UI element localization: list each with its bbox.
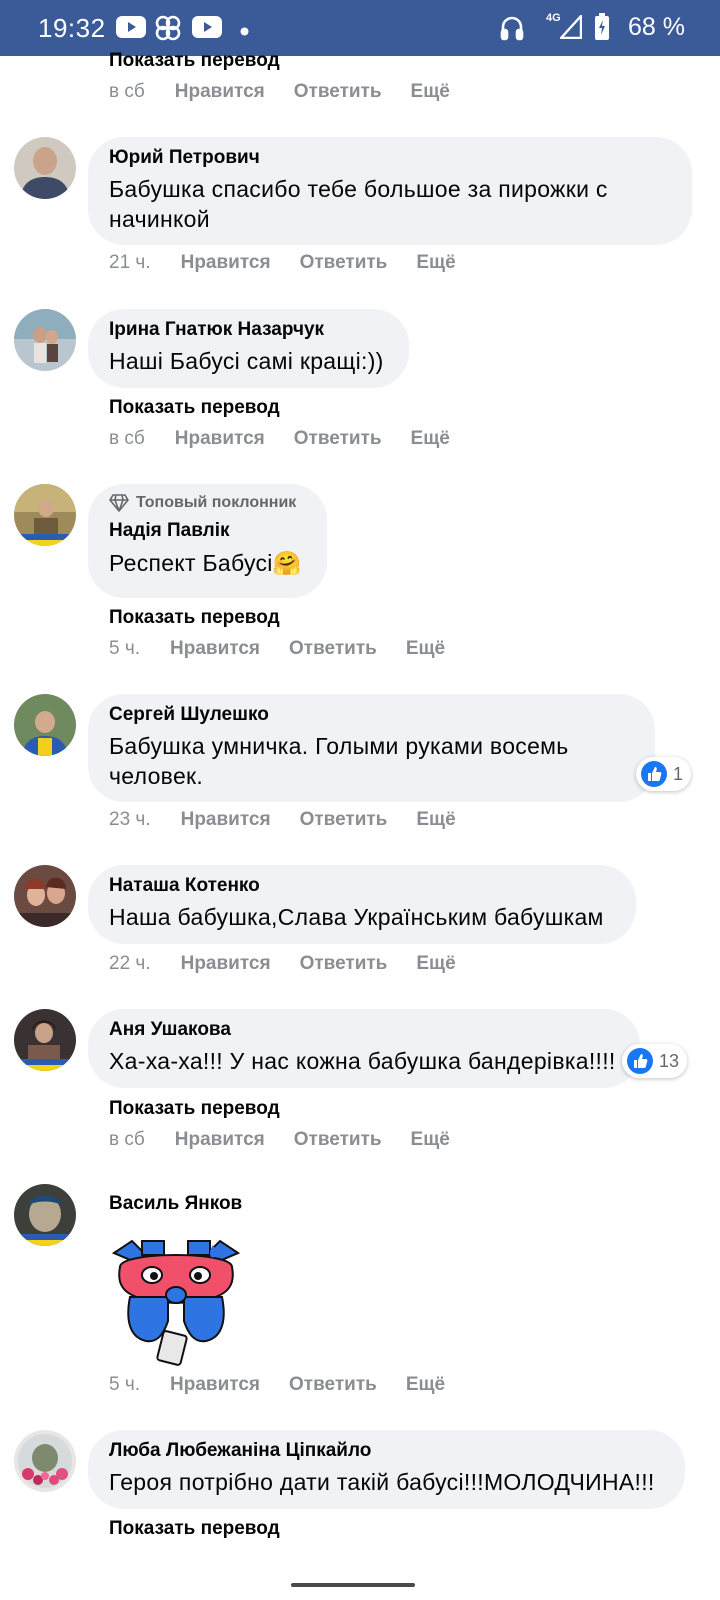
comment-bubble: Сергей Шулешко Бабушка умничка. Голыми р… (88, 694, 655, 802)
like-link[interactable]: Нравится (175, 1129, 265, 1150)
reply-link[interactable]: Ответить (294, 428, 382, 449)
more-link[interactable]: Ещё (416, 252, 455, 273)
home-indicator[interactable] (291, 1583, 415, 1587)
comment-meta: 23 ч. Нравится Ответить Ещё (109, 809, 456, 831)
comment-meta: 21 ч. Нравится Ответить Ещё (109, 252, 456, 274)
like-link[interactable]: Нравится (175, 81, 265, 102)
more-link[interactable]: Ещё (406, 638, 445, 659)
comment-time: 21 ч. (109, 252, 151, 273)
comment-text: Наші Бабусі самі кращі:)) (109, 348, 384, 374)
battery-icon (594, 13, 610, 46)
reply-link[interactable]: Ответить (300, 953, 388, 974)
comment-author[interactable]: Сергей Шулешко (109, 704, 635, 726)
comment-meta: в сб Нравится Ответить Ещё (109, 81, 450, 103)
more-link[interactable]: Ещё (406, 1374, 445, 1395)
comment-text: Бабушка спасибо тебе большое за пирожки … (109, 176, 608, 232)
avatar[interactable] (14, 484, 76, 546)
dot-icon (240, 23, 249, 41)
reply-link[interactable]: Ответить (300, 252, 388, 273)
headphones-icon (500, 15, 524, 46)
show-translation-link[interactable]: Показать перевод (109, 50, 280, 72)
like-reaction-icon (641, 761, 667, 787)
reactions-badge[interactable]: 1 (636, 757, 692, 791)
comment-bubble: Люба Любежаніна Ціпкайло Героя потрібно … (88, 1430, 685, 1509)
signal-icon (558, 12, 583, 44)
like-link[interactable]: Нравится (170, 638, 260, 659)
comment-time: 5 ч. (109, 638, 141, 659)
comment-text: Бабушка умничка. Голыми руками восемь че… (109, 733, 569, 789)
reply-link[interactable]: Ответить (294, 1129, 382, 1150)
comment-time: 23 ч. (109, 809, 151, 830)
comment-meta: 5 ч. Нравится Ответить Ещё (109, 1374, 445, 1396)
youtube-icon (116, 16, 146, 43)
top-fan-badge: Топовый поклонник (109, 494, 307, 512)
comment-text: Респект Бабусі🤗 (109, 550, 302, 576)
network-type: 4G (546, 12, 561, 24)
avatar[interactable] (14, 309, 76, 371)
comment-text: Ха-ха-ха!!! У нас кожна бабушка бандерів… (109, 1048, 616, 1074)
comment-author[interactable]: Люба Любежаніна Ціпкайло (109, 1440, 665, 1462)
comment-text: Наша бабушка,Слава Українським бабушкам (109, 904, 604, 930)
avatar[interactable] (14, 1184, 76, 1246)
avatar[interactable] (14, 1430, 76, 1492)
comment-meta: 5 ч. Нравится Ответить Ещё (109, 638, 445, 660)
diamond-icon (109, 494, 129, 512)
comment-bubble: Аня Ушакова Ха-ха-ха!!! У нас кожна бабу… (88, 1009, 640, 1088)
comment-time: 22 ч. (109, 953, 151, 974)
status-bar: 19:32 4G 68 % (0, 0, 720, 56)
comment-bubble: Ірина Гнатюк Назарчук Наші Бабусі самі к… (88, 309, 409, 388)
like-reaction-icon (627, 1048, 653, 1074)
comment-author[interactable]: Надія Павлік (109, 520, 307, 542)
avatar[interactable] (14, 1009, 76, 1071)
more-link[interactable]: Ещё (416, 809, 455, 830)
avatar[interactable] (14, 694, 76, 756)
comment-author[interactable]: Василь Янков (109, 1193, 242, 1215)
like-link[interactable]: Нравится (175, 428, 265, 449)
pinwheel-icon (154, 14, 182, 47)
comment-time: в сб (109, 81, 145, 102)
comment-author[interactable]: Аня Ушакова (109, 1019, 620, 1041)
reply-link[interactable]: Ответить (300, 809, 388, 830)
reaction-count: 1 (673, 763, 684, 784)
avatar[interactable] (14, 865, 76, 927)
show-translation-link[interactable]: Показать перевод (109, 607, 280, 629)
show-translation-link[interactable]: Показать перевод (109, 1098, 280, 1120)
sticker-image[interactable] (106, 1237, 246, 1372)
top-fan-label: Топовый поклонник (136, 494, 297, 511)
comment-bubble: Юрий Петрович Бабушка спасибо тебе больш… (88, 137, 692, 245)
comment-time: в сб (109, 1129, 145, 1150)
comment-author[interactable]: Наташа Котенко (109, 875, 616, 897)
youtube-icon (192, 16, 222, 43)
status-time: 19:32 (38, 13, 106, 43)
reply-link[interactable]: Ответить (289, 638, 377, 659)
more-link[interactable]: Ещё (411, 428, 450, 449)
battery-percent: 68 % (628, 13, 685, 41)
like-link[interactable]: Нравится (181, 953, 271, 974)
reactions-badge[interactable]: 13 (622, 1044, 688, 1078)
show-translation-link[interactable]: Показать перевод (109, 1518, 280, 1540)
reaction-count: 13 (659, 1050, 680, 1071)
comment-bubble: Топовый поклонник Надія Павлік Респект Б… (88, 484, 327, 598)
comment-author[interactable]: Юрий Петрович (109, 147, 672, 169)
avatar[interactable] (14, 137, 76, 199)
more-link[interactable]: Ещё (411, 81, 450, 102)
like-link[interactable]: Нравится (181, 809, 271, 830)
comment-meta: в сб Нравится Ответить Ещё (109, 428, 450, 450)
comment-bubble: Наташа Котенко Наша бабушка,Слава Україн… (88, 865, 636, 944)
like-link[interactable]: Нравится (170, 1374, 260, 1395)
more-link[interactable]: Ещё (416, 953, 455, 974)
comment-meta: 22 ч. Нравится Ответить Ещё (109, 953, 456, 975)
comment-meta: в сб Нравится Ответить Ещё (109, 1129, 450, 1151)
reply-link[interactable]: Ответить (294, 81, 382, 102)
comment-author[interactable]: Ірина Гнатюк Назарчук (109, 319, 389, 341)
comment-text: Героя потрібно дати такій бабусі!!!МОЛОД… (109, 1469, 655, 1495)
reply-link[interactable]: Ответить (289, 1374, 377, 1395)
like-link[interactable]: Нравится (181, 252, 271, 273)
show-translation-link[interactable]: Показать перевод (109, 397, 280, 419)
comment-time: в сб (109, 428, 145, 449)
comment-time: 5 ч. (109, 1374, 141, 1395)
more-link[interactable]: Ещё (411, 1129, 450, 1150)
